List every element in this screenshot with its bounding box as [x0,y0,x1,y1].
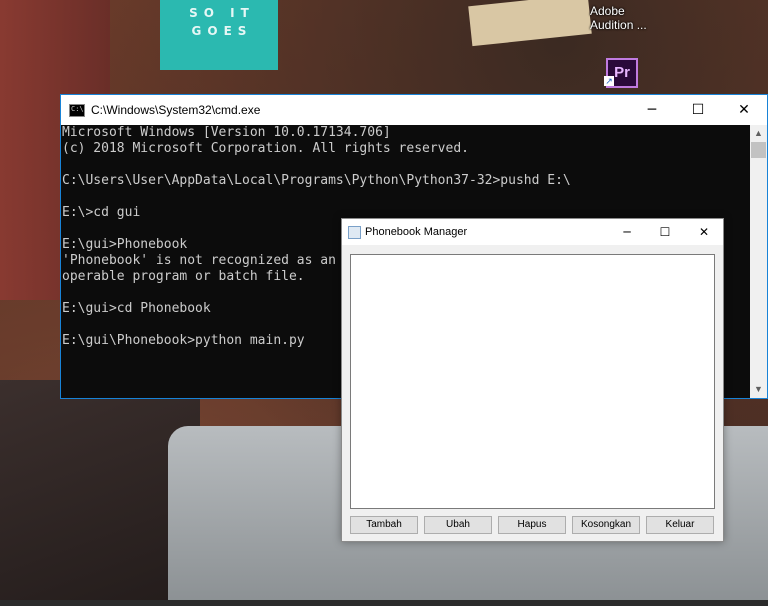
cmd-app-icon: C:\ [69,104,85,117]
phonebook-app-icon [348,226,361,239]
scroll-thumb[interactable] [751,142,766,158]
keluar-button[interactable]: Keluar [646,516,714,534]
scroll-down-icon[interactable]: ▼ [750,381,767,398]
cmd-scrollbar[interactable]: ▲ ▼ [750,125,767,398]
cmd-maximize-button[interactable]: ☐ [675,95,721,125]
poster-text: SO IT GOES [189,6,255,38]
phonebook-button-row: Tambah Ubah Hapus Kosongkan Keluar [350,516,716,534]
console-line: C:\Users\User\AppData\Local\Programs\Pyt… [62,173,571,188]
wallpaper-paper [468,0,592,47]
kosongkan-button[interactable]: Kosongkan [572,516,640,534]
phonebook-maximize-button[interactable]: ☐ [645,219,685,245]
wallpaper-poster: SO IT GOES [160,0,278,70]
taskbar-edge [0,600,768,606]
phonebook-titlebar[interactable]: Phonebook Manager ─ ☐ ✕ [342,219,723,245]
desktop-icon-audition[interactable]: Adobe Audition ... [590,4,660,32]
cmd-close-button[interactable]: ✕ [721,95,767,125]
cmd-window-title: C:\Windows\System32\cmd.exe [91,103,261,117]
phonebook-minimize-button[interactable]: ─ [607,219,647,245]
ubah-button[interactable]: Ubah [424,516,492,534]
cmd-minimize-button[interactable]: ─ [629,95,675,125]
console-line: (c) 2018 Microsoft Corporation. All righ… [62,141,469,156]
tambah-button[interactable]: Tambah [350,516,418,534]
console-line: Microsoft Windows [Version 10.0.17134.70… [62,125,391,140]
phonebook-close-button[interactable]: ✕ [684,219,724,245]
audition-icon-label: Adobe Audition ... [590,4,647,32]
phonebook-window-title: Phonebook Manager [365,226,468,238]
shortcut-arrow-icon: ↗ [604,76,614,86]
contact-listbox[interactable] [350,254,715,509]
hapus-button[interactable]: Hapus [498,516,566,534]
scroll-up-icon[interactable]: ▲ [750,125,767,142]
phonebook-window: Phonebook Manager ─ ☐ ✕ Tambah Ubah Hapu… [341,218,724,542]
cmd-titlebar[interactable]: C:\ C:\Windows\System32\cmd.exe ─ ☐ ✕ [61,95,767,125]
